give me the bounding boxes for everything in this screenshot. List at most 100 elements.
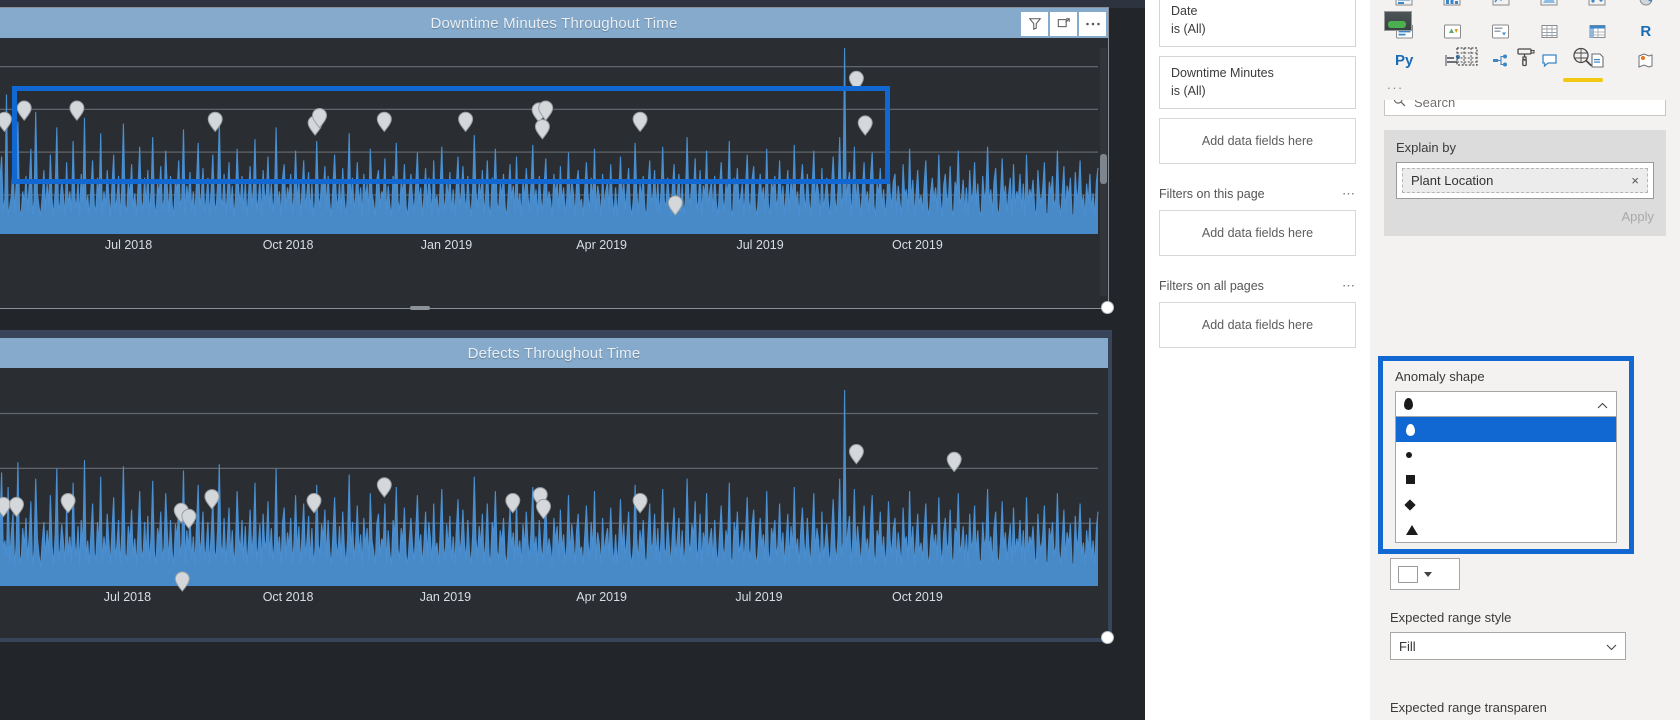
filters-on-all-pages-header: Filters on all pages ⋯ — [1159, 278, 1356, 294]
visual2-tick-3: Apr 2019 — [576, 590, 628, 604]
canvas-top-strip — [0, 0, 1145, 8]
visual2-plot-area[interactable]: Jul 2018 Oct 2018 Jan 2019 Apr 2019 Jul … — [0, 368, 1108, 638]
shape-option-triangle[interactable] — [1396, 517, 1616, 542]
filter-dropzone-all-pages[interactable]: Add data fields here — [1159, 302, 1356, 348]
visual2-title-bar: Defects Throughout Time — [0, 338, 1108, 368]
more-options-icon[interactable]: ⋯ — [1342, 278, 1356, 294]
color-swatch[interactable] — [1398, 565, 1418, 583]
visual1-plot-area[interactable]: Jul 2018 Oct 2018 Jan 2019 Apr 2019 Jul … — [0, 38, 1108, 308]
anomaly-shape-group[interactable]: Anomaly shape — [1378, 356, 1634, 554]
r-label: R — [1640, 22, 1652, 40]
expected-range-transparency-label: Expected range transparen — [1390, 700, 1547, 715]
tab-analytics[interactable] — [1554, 46, 1612, 82]
visual1-chart-svg — [0, 47, 1099, 234]
visual-downtime-minutes[interactable]: Downtime Minutes Throughout Time Jul 201… — [0, 7, 1114, 314]
visual2-tick-4: Jul 2019 — [735, 590, 783, 604]
viz-type-table-icon[interactable] — [1525, 18, 1573, 44]
visual1-title: Downtime Minutes Throughout Time — [430, 14, 678, 32]
viz-type-scatter-icon[interactable] — [1573, 0, 1621, 12]
filters-pane[interactable]: Date is (All) Downtime Minutes is (All) … — [1145, 0, 1370, 720]
expected-range-style-group[interactable]: Expected range style Fill — [1390, 610, 1626, 660]
filter-card-date[interactable]: Date is (All) — [1159, 0, 1356, 47]
explain-by-section[interactable]: Explain by Plant Location × Apply — [1384, 130, 1666, 236]
anomaly-shape-options-list[interactable] — [1395, 417, 1617, 543]
visual2-tick-5: Oct 2019 — [892, 590, 943, 604]
viz-type-line-icon[interactable] — [1477, 0, 1525, 12]
filter-icon[interactable] — [1021, 12, 1048, 36]
viz-type-arcgis-map-icon[interactable] — [1622, 47, 1670, 73]
visual2-tick-1: Oct 2018 — [262, 590, 314, 604]
filters-on-this-page-header: Filters on this page ⋯ — [1159, 186, 1356, 202]
tab-format[interactable] — [1496, 46, 1554, 82]
pin-shape-icon — [1406, 423, 1415, 436]
viz-type-column-icon[interactable] — [1428, 0, 1476, 12]
viz-type-r-script-icon[interactable]: R — [1622, 18, 1670, 44]
filter-field-name: Downtime Minutes — [1171, 66, 1274, 80]
visual1-tick-4: Jul 2019 — [736, 238, 784, 252]
visual1-resize-corner[interactable] — [1101, 301, 1114, 314]
scrollbar-thumb[interactable] — [1100, 154, 1107, 184]
explain-by-well[interactable]: Plant Location × — [1396, 162, 1654, 199]
tab-fields[interactable] — [1438, 46, 1496, 82]
visual1-header-icons[interactable] — [1021, 12, 1106, 36]
viz-type-area-icon[interactable] — [1525, 0, 1573, 12]
more-options-icon[interactable]: ⋯ — [1342, 186, 1356, 202]
chevron-down-icon[interactable] — [1424, 571, 1432, 577]
diamond-shape-icon — [1404, 498, 1416, 511]
selected-shape-pin-icon — [1404, 398, 1413, 410]
shape-option-dot[interactable] — [1396, 442, 1616, 467]
visual1-title-bar: Downtime Minutes Throughout Time — [0, 8, 1108, 38]
section-label: Filters on all pages — [1159, 279, 1264, 293]
viz-type-python-script-icon[interactable]: Py — [1380, 47, 1428, 73]
visual2-resize-corner[interactable] — [1101, 631, 1114, 644]
chevron-up-icon[interactable] — [1597, 397, 1608, 412]
custom-visual-1-icon[interactable] — [1384, 11, 1412, 31]
visual1-tick-1: Oct 2018 — [262, 238, 314, 252]
anomaly-color-picker[interactable] — [1390, 558, 1460, 590]
viz-type-waterfall-icon[interactable] — [1428, 18, 1476, 44]
filter-field-condition: is (All) — [1171, 22, 1206, 36]
expected-range-style-combobox[interactable]: Fill — [1390, 632, 1626, 660]
field-chip-plant-location[interactable]: Plant Location × — [1402, 168, 1648, 193]
filter-card-downtime-minutes[interactable]: Downtime Minutes is (All) — [1159, 56, 1356, 109]
report-canvas[interactable]: Downtime Minutes Throughout Time Jul 201… — [0, 0, 1145, 720]
more-options-icon[interactable] — [1079, 12, 1106, 36]
shape-option-square[interactable] — [1396, 467, 1616, 492]
visual1-tick-5: Oct 2019 — [892, 238, 943, 252]
expected-range-style-value: Fill — [1399, 638, 1416, 654]
viz-type-decomposition-tree-icon[interactable] — [1477, 18, 1525, 44]
filter-field-name: Date — [1171, 4, 1198, 18]
expected-range-style-label: Expected range style — [1390, 610, 1512, 625]
explain-by-label: Explain by — [1396, 140, 1456, 155]
filter-dropzone-visual[interactable]: Add data fields here — [1159, 118, 1356, 164]
square-shape-icon — [1406, 475, 1415, 484]
apply-button[interactable]: Apply — [1396, 209, 1654, 224]
remove-chip-icon[interactable]: × — [1631, 173, 1639, 188]
visual2-title: Defects Throughout Time — [467, 344, 641, 362]
triangle-shape-icon — [1406, 524, 1418, 535]
visual1-resize-bottom[interactable] — [410, 306, 430, 310]
visual2-tick-2: Jan 2019 — [419, 590, 472, 604]
filter-dropzone-page[interactable]: Add data fields here — [1159, 210, 1356, 256]
visual1-tick-2: Jan 2019 — [420, 238, 473, 252]
visual1-tick-0: Jul 2018 — [104, 238, 153, 252]
section-label: Filters on this page — [1159, 187, 1265, 201]
active-tab-underline — [1563, 78, 1603, 82]
chip-label: Plant Location — [1411, 173, 1494, 188]
focus-mode-icon[interactable] — [1050, 12, 1077, 36]
visual2-tick-0: Jul 2018 — [103, 590, 152, 604]
anomaly-shape-label: Anomaly shape — [1395, 369, 1485, 384]
visual1-vertical-scrollbar[interactable] — [1100, 48, 1107, 296]
anomaly-shape-combobox[interactable] — [1395, 391, 1617, 417]
visual-defects[interactable]: Defects Throughout Time Jul 2018 Oct 201… — [0, 338, 1114, 644]
dot-shape-icon — [1406, 451, 1412, 458]
shape-option-diamond[interactable] — [1396, 492, 1616, 517]
chevron-down-icon[interactable] — [1606, 639, 1617, 654]
visualizations-pane[interactable]: R Py ... Search Explain by Plant Locatio… — [1370, 0, 1680, 720]
visual1-tick-3: Apr 2019 — [576, 238, 628, 252]
viz-type-pie-icon[interactable] — [1622, 0, 1670, 12]
viz-type-matrix-icon[interactable] — [1573, 18, 1621, 44]
py-label: Py — [1394, 51, 1414, 69]
filter-field-condition: is (All) — [1171, 84, 1206, 98]
shape-option-pin[interactable] — [1396, 417, 1616, 442]
